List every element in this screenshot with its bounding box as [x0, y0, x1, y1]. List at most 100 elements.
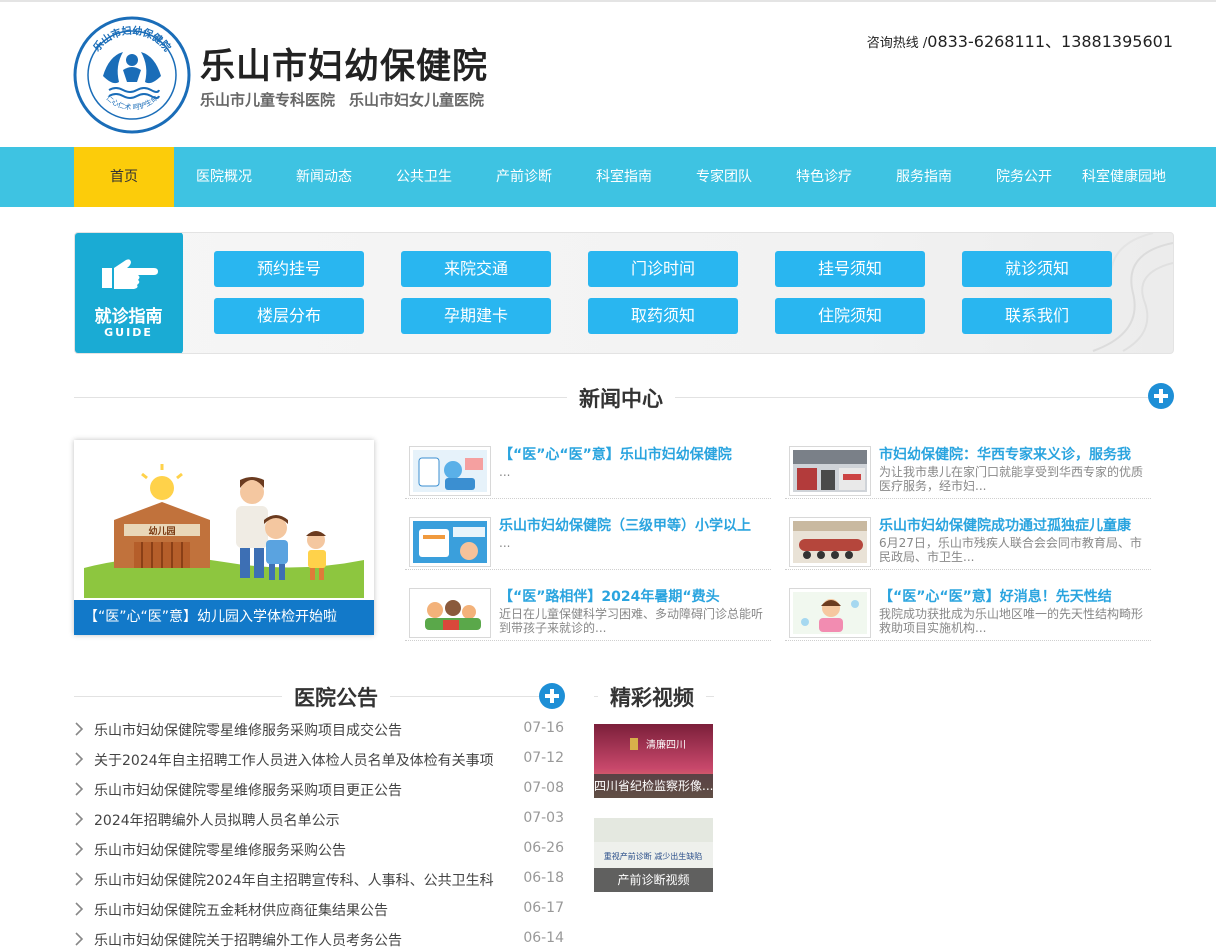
notice-item[interactable]: 关于2024年自主招聘工作人员进入体检人员名单及体检有关事项 07-12 — [74, 744, 564, 774]
notice-title[interactable]: 乐山市妇幼保健院关于招聘编外工作人员考务公告 — [94, 930, 499, 949]
chevron-right-icon — [75, 872, 84, 886]
chevron-right-icon — [75, 812, 84, 826]
nav-item-prenatal-diagnosis[interactable]: 产前诊断 — [474, 147, 574, 207]
main-nav: 首页 医院概况 新闻动态 公共卫生 产前诊断 科室指南 专家团队 特色诊疗 服务… — [0, 147, 1216, 207]
notice-item[interactable]: 乐山市妇幼保健院零星维修服务采购公告 06-26 — [74, 834, 564, 864]
news-center-title: 新闻中心 — [567, 383, 675, 413]
notice-date: 06-18 — [523, 870, 564, 886]
nav-item-department-health[interactable]: 科室健康园地 — [1074, 147, 1174, 207]
notice-date: 07-16 — [523, 720, 564, 736]
news-summary: 近日在儿童保健科学习困难、多动障碍门诊总能听到带孩子来就诊的... — [499, 607, 764, 635]
hospital-name: 乐山市妇幼保健院 — [200, 46, 489, 87]
notice-date: 07-03 — [523, 810, 564, 826]
nav-item-news[interactable]: 新闻动态 — [274, 147, 374, 207]
nav-item-public-health[interactable]: 公共卫生 — [374, 147, 474, 207]
guide-title: 就诊指南 — [94, 307, 163, 327]
hospital-subtitles: 乐山市儿童专科医院 乐山市妇女儿童医院 — [200, 89, 498, 110]
chevron-right-icon — [75, 842, 84, 856]
notice-item[interactable]: 乐山市妇幼保健院五金耗材供应商征集结果公告 06-17 — [74, 894, 564, 924]
notice-item[interactable]: 乐山市妇幼保健院零星维修服务采购项目成交公告 07-16 — [74, 714, 564, 744]
news-thumbnail[interactable] — [409, 446, 491, 496]
news-item[interactable]: 【“医”心“医”意】好消息！先天性结 我院成功获批成为乐山地区唯一的先天性结构畸… — [785, 584, 1151, 641]
pointing-hand-icon — [102, 259, 158, 289]
news-thumbnail[interactable] — [789, 446, 871, 496]
video-image-text: 清廉四川 — [646, 738, 686, 751]
nav-item-home[interactable]: 首页 — [74, 147, 174, 207]
news-item[interactable]: 乐山市妇幼保健院（三级甲等）小学以上 ... — [405, 513, 771, 570]
chevron-right-icon — [75, 932, 84, 946]
guide-button-pregnancy-card[interactable]: 孕期建卡 — [401, 298, 551, 334]
notice-date: 06-14 — [523, 930, 564, 946]
nav-item-featured-treatment[interactable]: 特色诊疗 — [774, 147, 874, 207]
video-item[interactable]: 清廉四川 四川省纪检监察形像... — [594, 724, 713, 798]
chevron-right-icon — [75, 902, 84, 916]
notice-date: 07-08 — [523, 780, 564, 796]
news-thumbnail[interactable] — [789, 517, 871, 567]
notice-item[interactable]: 2024年招聘编外人员拟聘人员名单公示 07-03 — [74, 804, 564, 834]
notice-item[interactable]: 乐山市妇幼保健院零星维修服务采购项目更正公告 07-08 — [74, 774, 564, 804]
notice-item[interactable]: 乐山市妇幼保健院关于招聘编外工作人员考务公告 06-14 — [74, 924, 564, 949]
guide-button-transport[interactable]: 来院交通 — [401, 251, 551, 287]
hospital-logo[interactable]: 乐山市妇幼保健院 仁心仁术 呵护生命 — [73, 16, 191, 134]
notice-title[interactable]: 乐山市妇幼保健院零星维修服务采购项目更正公告 — [94, 780, 499, 800]
nav-item-hospital-overview[interactable]: 医院概况 — [174, 147, 274, 207]
chevron-right-icon — [75, 722, 84, 736]
notice-more-plus-icon[interactable] — [539, 683, 565, 709]
hotline-numbers: 0833-6268111、13881395601 — [927, 32, 1173, 51]
site-header: 乐山市妇幼保健院 仁心仁术 呵护生命 乐山市妇幼保健院 乐山市儿童专科医院 乐山市… — [0, 2, 1216, 147]
guide-subtitle: GUIDE — [104, 326, 153, 339]
news-summary: 6月27日，乐山市残疾人联合会会同市教育局、市民政局、市卫生... — [879, 536, 1142, 564]
guide-button-visit-notice[interactable]: 就诊须知 — [962, 251, 1112, 287]
news-title[interactable]: 乐山市妇幼保健院（三级甲等）小学以上 — [499, 515, 769, 535]
guide-button-clinic-hours[interactable]: 门诊时间 — [588, 251, 738, 287]
notice-title[interactable]: 关于2024年自主招聘工作人员进入体检人员名单及体检有关事项 — [94, 750, 499, 770]
news-title[interactable]: 乐山市妇幼保健院成功通过孤独症儿童康 — [879, 515, 1149, 535]
notice-date: 07-12 — [523, 750, 564, 766]
nav-item-hospital-affairs[interactable]: 院务公开 — [974, 147, 1074, 207]
consult-hotline: 咨询热线 /0833-6268111、13881395601 — [867, 28, 1173, 52]
chevron-right-icon — [75, 782, 84, 796]
featured-news[interactable]: 幼儿园 【“医”心“医”意】幼儿园入学体检开始啦 — [74, 440, 374, 635]
news-thumbnail[interactable] — [409, 588, 491, 638]
notice-section-title: 医院公告 — [282, 682, 390, 712]
news-title[interactable]: 【“医”心“医”意】乐山市妇幼保健院 — [499, 444, 769, 464]
video-item[interactable]: 重视产前诊断 减少出生缺陷 产前诊断视频 — [594, 818, 713, 892]
video-caption[interactable]: 产前诊断视频 — [594, 868, 713, 892]
notice-date: 06-17 — [523, 900, 564, 916]
news-summary: ... — [499, 536, 511, 550]
notice-title[interactable]: 乐山市妇幼保健院2024年自主招聘宣传科、人事科、公共卫生科 — [94, 870, 499, 890]
news-title[interactable]: 市妇幼保健院：华西专家来义诊，服务我 — [879, 444, 1149, 464]
nav-item-service-guide[interactable]: 服务指南 — [874, 147, 974, 207]
nav-item-department-guide[interactable]: 科室指南 — [574, 147, 674, 207]
news-item[interactable]: 【“医”心“医”意】乐山市妇幼保健院 ... — [405, 442, 771, 499]
news-summary: 为让我市患儿在家门口就能享受到华西专家的优质医疗服务，经市妇... — [879, 465, 1144, 493]
news-title[interactable]: 【“医”路相伴】2024年暑期“费头 — [499, 586, 769, 606]
notice-title[interactable]: 乐山市妇幼保健院零星维修服务采购公告 — [94, 840, 499, 860]
notice-title[interactable]: 乐山市妇幼保健院零星维修服务采购项目成交公告 — [94, 720, 499, 740]
news-item[interactable]: 【“医”路相伴】2024年暑期“费头 近日在儿童保健科学习困难、多动障碍门诊总能… — [405, 584, 771, 641]
news-summary: 我院成功获批成为乐山地区唯一的先天性结构畸形救助项目实施机构... — [879, 607, 1144, 635]
news-thumbnail[interactable] — [789, 588, 871, 638]
guide-button-pharmacy-notice[interactable]: 取药须知 — [588, 298, 738, 334]
news-item[interactable]: 乐山市妇幼保健院成功通过孤独症儿童康 6月27日，乐山市残疾人联合会会同市教育局… — [785, 513, 1151, 570]
news-item[interactable]: 市妇幼保健院：华西专家来义诊，服务我 为让我市患儿在家门口就能享受到华西专家的优… — [785, 442, 1151, 499]
subtitle-women-children-hospital: 乐山市妇女儿童医院 — [349, 91, 485, 109]
video-image-text: 重视产前诊断 减少出生缺陷 — [604, 851, 703, 861]
nav-item-expert-team[interactable]: 专家团队 — [674, 147, 774, 207]
featured-news-caption[interactable]: 【“医”心“医”意】幼儿园入学体检开始啦 — [74, 600, 374, 635]
news-thumbnail[interactable] — [409, 517, 491, 567]
guide-button-floor-map[interactable]: 楼层分布 — [214, 298, 364, 334]
guide-button-contact-us[interactable]: 联系我们 — [962, 298, 1112, 334]
hotline-label: 咨询热线 / — [866, 36, 928, 51]
video-caption[interactable]: 四川省纪检监察形像... — [594, 774, 713, 798]
notice-title[interactable]: 2024年招聘编外人员拟聘人员名单公示 — [94, 810, 499, 830]
notice-title[interactable]: 乐山市妇幼保健院五金耗材供应商征集结果公告 — [94, 900, 499, 920]
guide-button-inpatient-notice[interactable]: 住院须知 — [775, 298, 925, 334]
guide-button-appointment[interactable]: 预约挂号 — [214, 251, 364, 287]
notice-item[interactable]: 乐山市妇幼保健院2024年自主招聘宣传科、人事科、公共卫生科 06-18 — [74, 864, 564, 894]
video-section-title: 精彩视频 — [598, 682, 706, 712]
guide-button-registration-notice[interactable]: 挂号须知 — [775, 251, 925, 287]
featured-news-image[interactable]: 幼儿园 — [84, 450, 364, 598]
news-more-plus-icon[interactable] — [1148, 383, 1174, 409]
news-title[interactable]: 【“医”心“医”意】好消息！先天性结 — [879, 586, 1149, 606]
